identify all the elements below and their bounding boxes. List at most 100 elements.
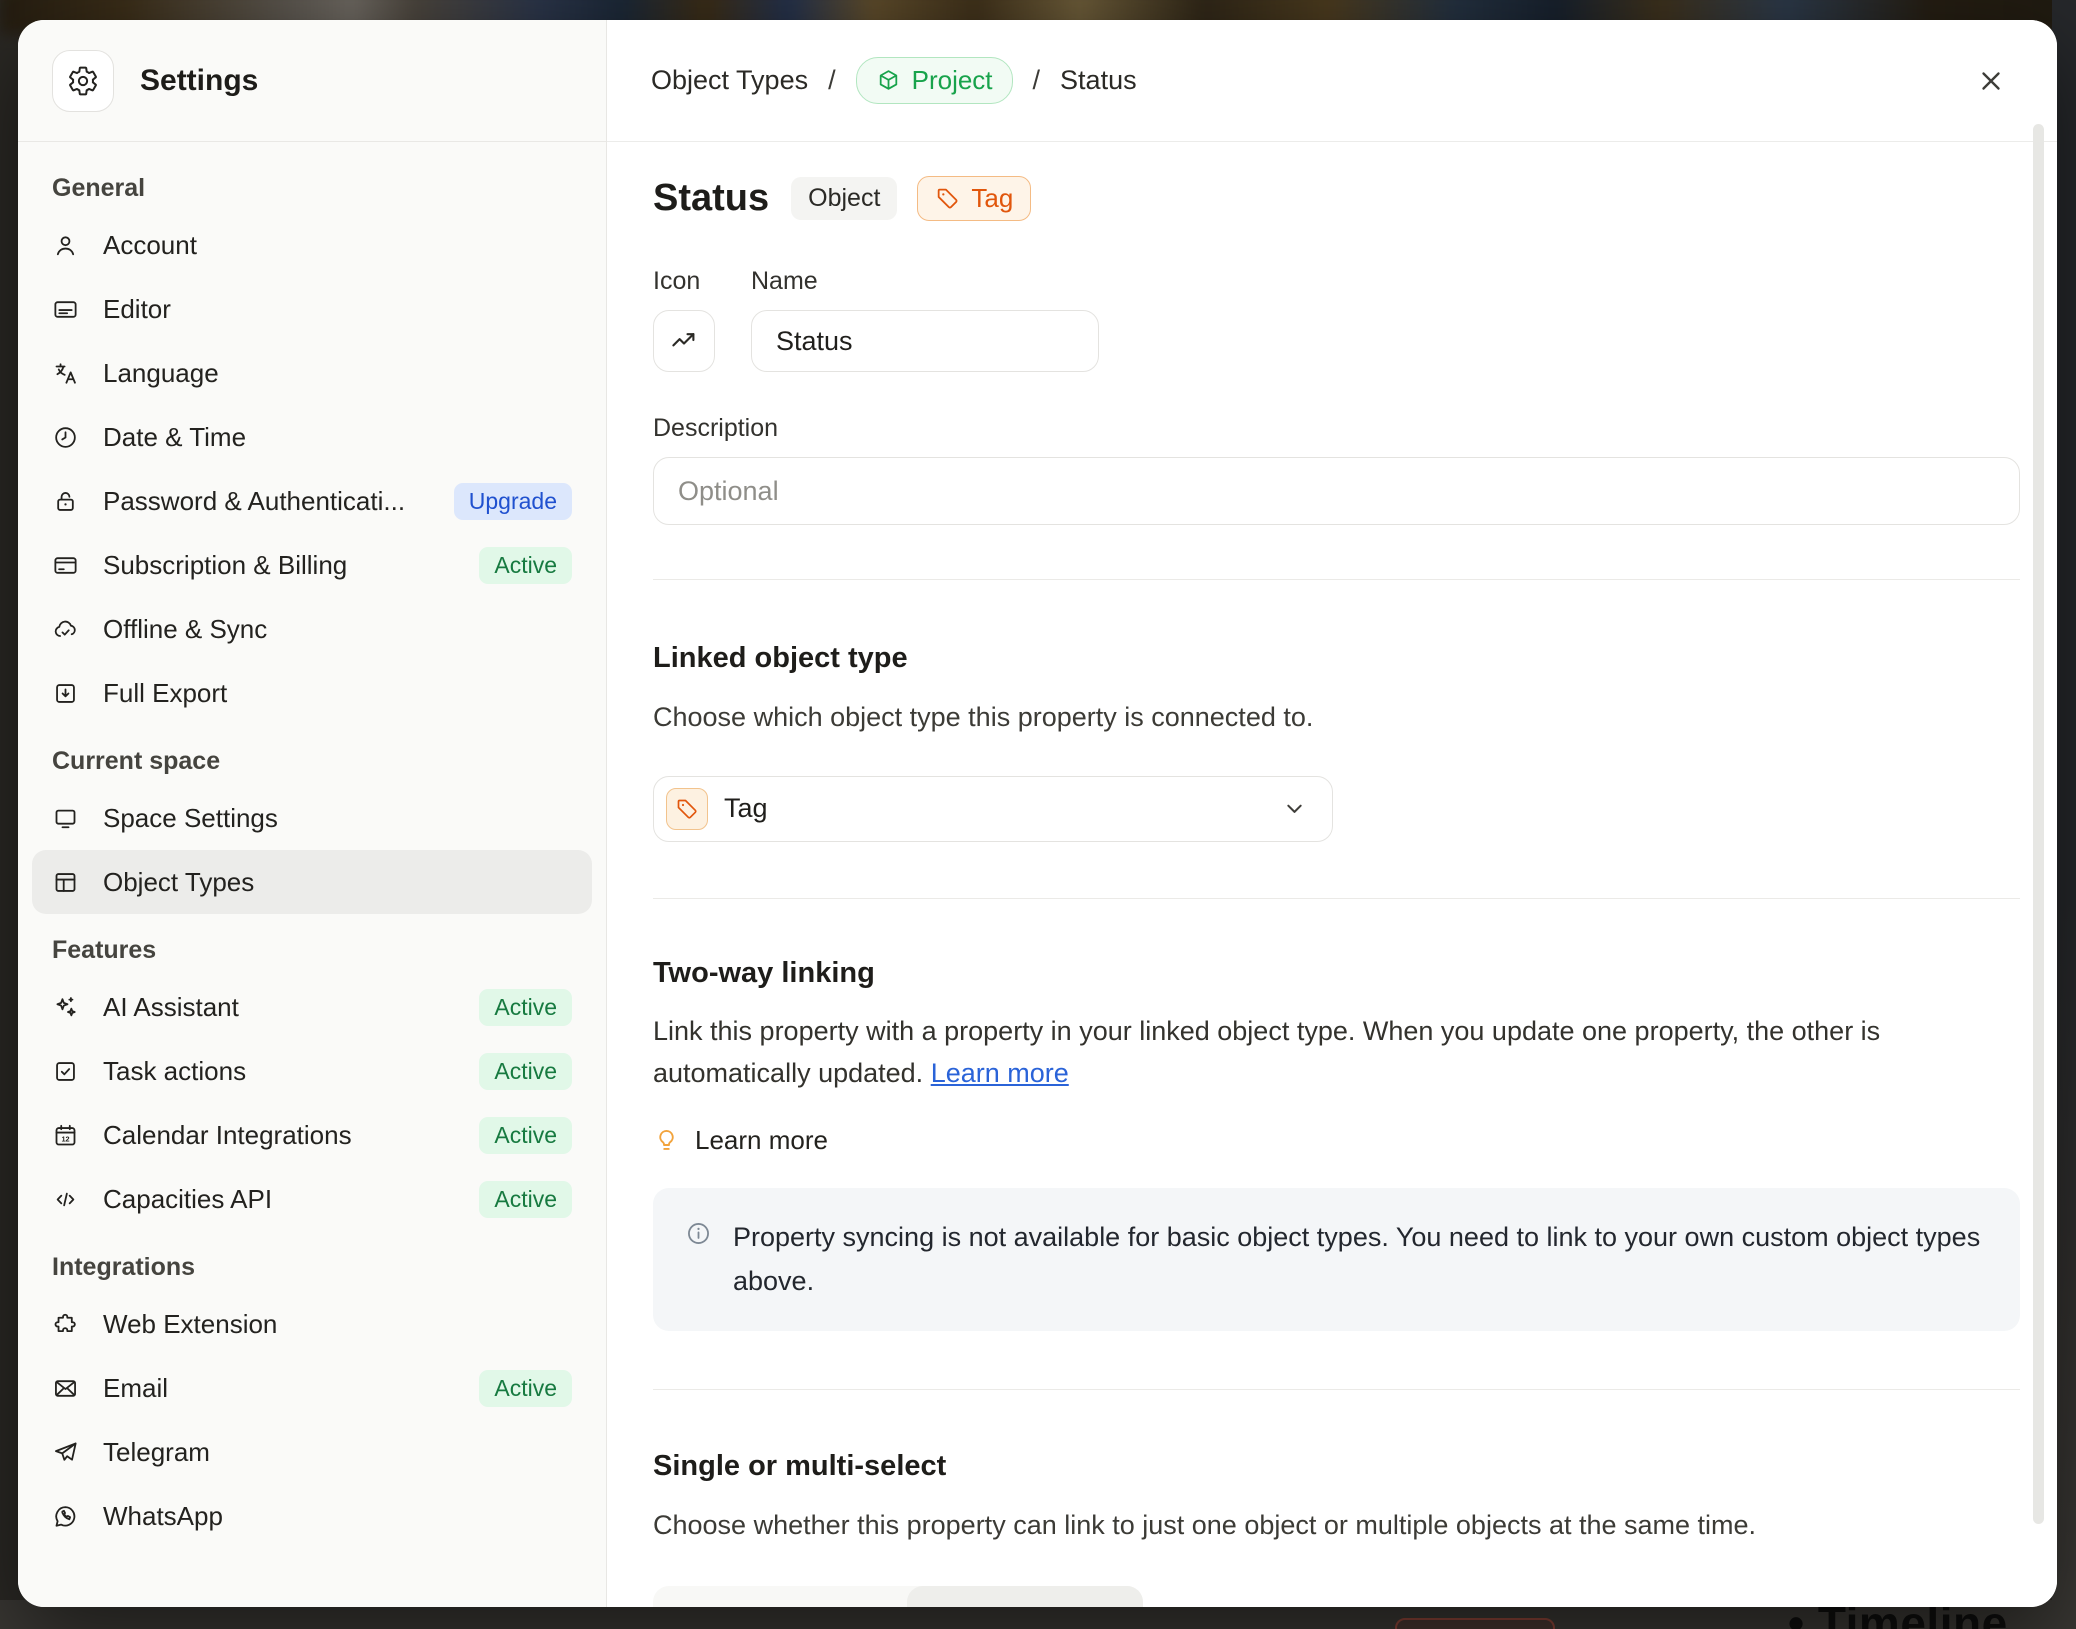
sidebar-item-ai-assistant[interactable]: AI Assistant Active xyxy=(32,975,592,1039)
sidebar-item-label: Account xyxy=(103,230,572,261)
tag-badge[interactable]: Tag xyxy=(917,176,1031,221)
scrollbar[interactable] xyxy=(2033,124,2044,1524)
sidebar-item-date-time[interactable]: Date & Time xyxy=(32,405,592,469)
name-field-label: Name xyxy=(751,267,818,296)
sidebar-item-password-authenticati[interactable]: Password & Authenticati... Upgrade xyxy=(32,469,592,533)
sidebar-item-editor[interactable]: Editor xyxy=(32,277,592,341)
divider xyxy=(653,579,2020,580)
telegram-icon xyxy=(52,1439,79,1466)
description-input[interactable] xyxy=(653,457,2020,525)
active-badge: Active xyxy=(479,1370,572,1407)
single-multi-select-heading: Single or multi-select xyxy=(653,1450,2020,1483)
learn-more-link[interactable]: Learn more xyxy=(931,1058,1069,1088)
sidebar-item-label: Language xyxy=(103,358,572,389)
export-icon xyxy=(52,680,79,707)
object-type-badge: Object xyxy=(791,177,897,220)
lock-icon xyxy=(52,488,79,515)
sidebar-section-label: Features xyxy=(32,936,592,965)
sidebar-item-label: Email xyxy=(103,1373,455,1404)
sidebar-item-offline-sync[interactable]: Offline & Sync xyxy=(32,597,592,661)
sidebar-item-label: Full Export xyxy=(103,678,572,709)
table-icon xyxy=(52,869,79,896)
sidebar-section-current-space: Current space Space Settings Object Types xyxy=(32,747,592,914)
app-screen: • Timeline Settings GeneralAccountEditor… xyxy=(0,0,2076,1629)
mail-icon xyxy=(52,1375,79,1402)
code-icon xyxy=(52,1186,79,1213)
sidebar-section-features: Features AI Assistant Active Task actions Ac… xyxy=(32,936,592,1231)
sidebar-item-label: Subscription & Billing xyxy=(103,550,455,581)
sidebar-item-label: Offline & Sync xyxy=(103,614,572,645)
sidebar-item-calendar-integrations[interactable]: 12Calendar IntegrationsActive xyxy=(32,1103,592,1167)
sidebar-item-label: AI Assistant xyxy=(103,992,455,1023)
single-object-option[interactable]: Single object xyxy=(907,1586,1143,1607)
sidebar-item-web-extension[interactable]: Web Extension xyxy=(32,1292,592,1356)
breadcrumb: Object Types / Project / Status xyxy=(651,57,1137,104)
icon-field-label: Icon xyxy=(653,267,751,296)
object-count-segmented-control: Multiple objects Single object xyxy=(653,1586,1143,1607)
breadcrumb-project-pill[interactable]: Project xyxy=(856,57,1013,104)
active-badge: Active xyxy=(479,547,572,584)
sidebar-item-label: WhatsApp xyxy=(103,1501,572,1532)
name-input[interactable] xyxy=(751,310,1099,372)
sidebar-section-general: GeneralAccountEditorLanguageDate & TimeP… xyxy=(32,174,592,725)
sidebar-item-label: Space Settings xyxy=(103,803,572,834)
linked-object-type-subtitle: Choose which object type this property i… xyxy=(653,697,2020,738)
sidebar-item-space-settings[interactable]: Space Settings xyxy=(32,786,592,850)
breadcrumb-separator: / xyxy=(828,65,836,96)
sidebar-item-task-actions[interactable]: Task actions Active xyxy=(32,1039,592,1103)
sidebar-item-label: Capacities API xyxy=(103,1184,455,1215)
sidebar-item-language[interactable]: Language xyxy=(32,341,592,405)
property-icon-button[interactable] xyxy=(653,310,715,372)
editor-icon xyxy=(52,296,79,323)
puzzle-icon xyxy=(52,1311,79,1338)
settings-title: Settings xyxy=(140,64,258,98)
two-way-linking-body: Link this property with a property in yo… xyxy=(653,1016,1880,1089)
info-icon xyxy=(685,1220,712,1247)
sidebar-item-label: Object Types xyxy=(103,867,572,898)
monitor-icon xyxy=(52,805,79,832)
sidebar-item-object-types[interactable]: Object Types xyxy=(32,850,592,914)
cube-icon xyxy=(876,68,901,93)
gear-icon xyxy=(52,50,114,112)
learn-more-expander-label: Learn more xyxy=(695,1125,828,1156)
sidebar-section-label: General xyxy=(32,174,592,203)
divider xyxy=(653,1389,2020,1390)
sidebar-section-integrations: Integrations Web Extension Email Active Tele… xyxy=(32,1253,592,1548)
two-way-linking-description: Link this property with a property in yo… xyxy=(653,1010,2020,1095)
sidebar-section-label: Integrations xyxy=(32,1253,592,1282)
sidebar-item-capacities-api[interactable]: Capacities APIActive xyxy=(32,1167,592,1231)
description-label: Description xyxy=(653,414,2020,443)
sidebar-item-subscription-billing[interactable]: Subscription & Billing Active xyxy=(32,533,592,597)
tag-icon xyxy=(935,186,960,211)
linked-object-type-value: Tag xyxy=(724,793,1281,824)
upgrade-badge: Upgrade xyxy=(454,483,572,520)
settings-sidebar: Settings General Account Editor Language Dat… xyxy=(18,20,607,1607)
close-icon[interactable] xyxy=(1969,59,2013,103)
cloud-icon xyxy=(52,616,79,643)
chevron-down-icon xyxy=(1281,795,1308,822)
tag-icon xyxy=(666,788,708,830)
active-badge: Active xyxy=(479,1053,572,1090)
sidebar-item-label: Task actions xyxy=(103,1056,455,1087)
sidebar-item-telegram[interactable]: Telegram xyxy=(32,1420,592,1484)
sidebar-item-full-export[interactable]: Full Export xyxy=(32,661,592,725)
sidebar-item-label: Web Extension xyxy=(103,1309,572,1340)
sidebar-item-email[interactable]: Email Active xyxy=(32,1356,592,1420)
linked-object-type-select[interactable]: Tag xyxy=(653,776,1333,842)
learn-more-expander[interactable]: Learn more xyxy=(653,1125,2020,1156)
lightbulb-icon xyxy=(653,1127,680,1154)
sparkles-icon xyxy=(52,994,79,1021)
sidebar-item-label: Password & Authenticati... xyxy=(103,486,430,517)
sidebar-item-whatsapp[interactable]: WhatsApp xyxy=(32,1484,592,1548)
multiple-objects-option[interactable]: Multiple objects xyxy=(653,1586,907,1607)
whatsapp-icon xyxy=(52,1503,79,1530)
main-header: Object Types / Project / Status xyxy=(607,20,2057,142)
active-badge: Active xyxy=(479,989,572,1026)
breadcrumb-object-types[interactable]: Object Types xyxy=(651,65,808,96)
trending-up-icon xyxy=(669,326,699,356)
sidebar-section-label: Current space xyxy=(32,747,592,776)
sidebar-item-account[interactable]: Account xyxy=(32,213,592,277)
sidebar-nav: GeneralAccountEditorLanguageDate & TimeP… xyxy=(18,142,606,1568)
svg-text:12: 12 xyxy=(61,1134,69,1143)
divider xyxy=(653,898,2020,899)
